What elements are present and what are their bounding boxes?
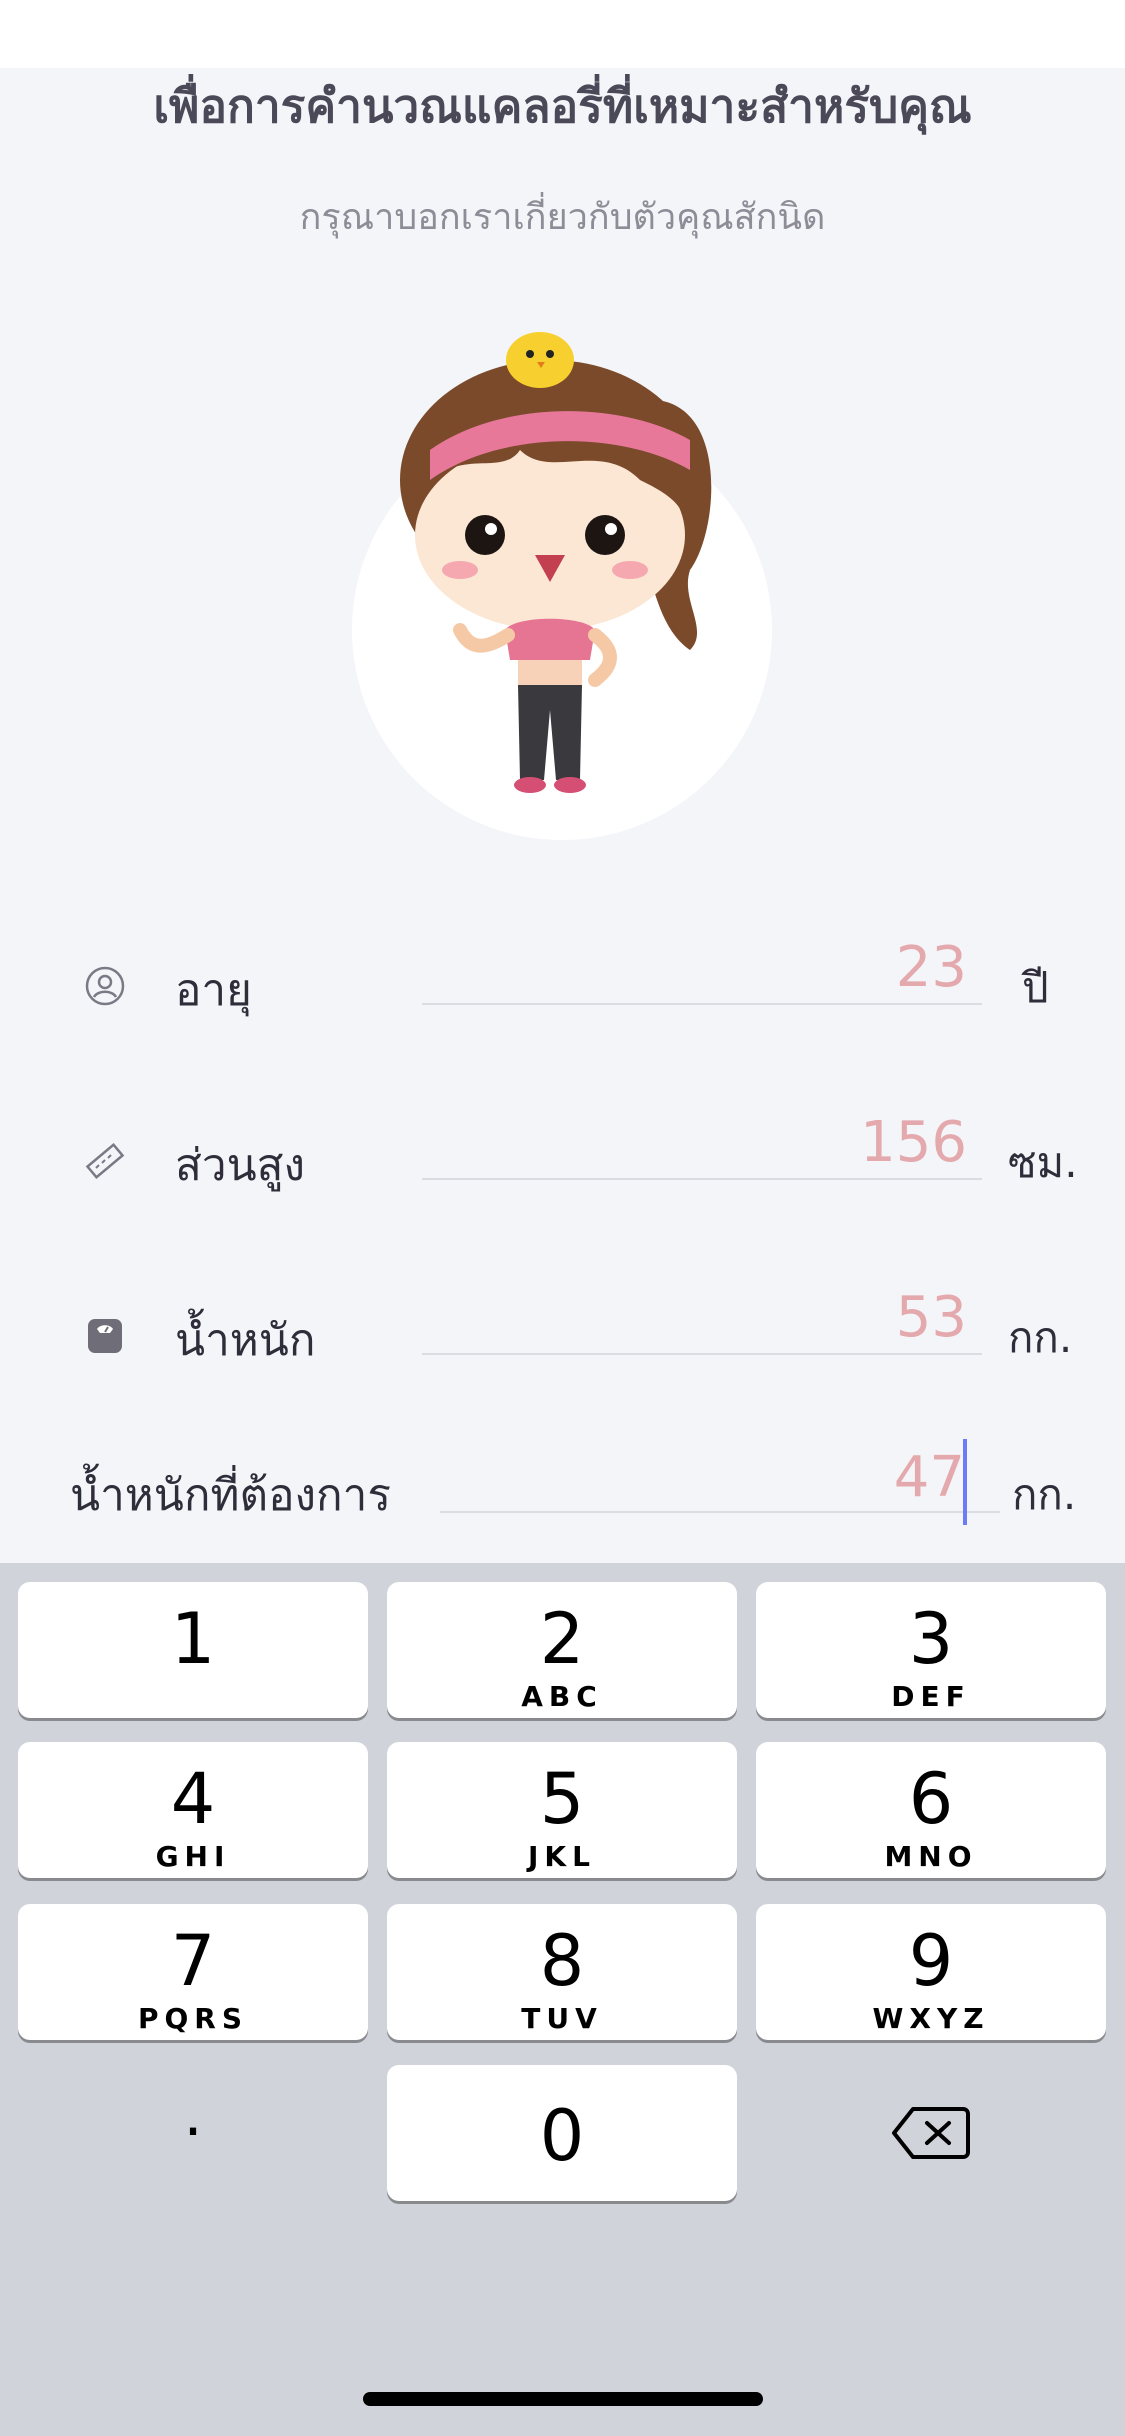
age-label: อายุ [175, 965, 252, 1016]
backspace-key[interactable] [756, 2065, 1106, 2201]
key-dot[interactable]: . [18, 2065, 368, 2201]
key-3[interactable]: 3 DEF [756, 1582, 1106, 1718]
height-underline [422, 1178, 982, 1180]
target-weight-underline [440, 1511, 1000, 1513]
weight-unit: กก. [1008, 1313, 1073, 1362]
page-title: เพื่อการคำนวณแคลอรี่ที่เหมาะสำหรับคุณ [153, 79, 972, 133]
key-6[interactable]: 6 MNO [756, 1742, 1106, 1878]
age-row: อายุ 23 ปี [0, 925, 1125, 1035]
key-9[interactable]: 9 WXYZ [756, 1904, 1106, 2040]
key-1[interactable]: 1 [18, 1582, 368, 1718]
age-unit: ปี [1022, 963, 1049, 1012]
key-7[interactable]: 7 PQRS [18, 1904, 368, 2040]
page-subtitle: กรุณาบอกเราเกี่ยวกับตัวคุณสักนิด [299, 197, 826, 238]
text-caret [963, 1439, 967, 1525]
key-2[interactable]: 2 ABC [387, 1582, 737, 1718]
height-label: ส่วนสูง [175, 1140, 305, 1191]
key-8[interactable]: 8 TUV [387, 1904, 737, 2040]
status-bar [0, 0, 1125, 68]
weight-input[interactable]: 53 [422, 1285, 967, 1350]
user-circle-icon [85, 966, 125, 1006]
weight-row: น้ำหนัก 53 กก. [0, 1275, 1125, 1385]
scale-icon [88, 1319, 122, 1353]
fitness-girl-illustration [400, 332, 712, 793]
age-input[interactable]: 23 [422, 935, 967, 1000]
target-weight-label: น้ำหนักที่ต้องการ [70, 1470, 391, 1521]
age-underline [422, 1003, 982, 1005]
key-0[interactable]: 0 [387, 2065, 737, 2201]
height-row: ส่วนสูง 156 ซม. [0, 1100, 1125, 1210]
home-indicator[interactable] [363, 2392, 763, 2406]
target-weight-row: น้ำหนักที่ต้องการ 47 กก. [0, 1435, 1125, 1545]
key-4[interactable]: 4 GHI [18, 1742, 368, 1878]
weight-underline [422, 1353, 982, 1355]
target-weight-unit: กก. [1012, 1470, 1077, 1519]
height-unit: ซม. [1008, 1138, 1078, 1187]
height-input[interactable]: 156 [422, 1110, 967, 1175]
weight-label: น้ำหนัก [175, 1315, 316, 1366]
target-weight-input[interactable]: 47 [440, 1445, 965, 1510]
ruler-icon [85, 1142, 125, 1180]
key-5[interactable]: 5 JKL [387, 1742, 737, 1878]
backspace-icon [892, 2107, 970, 2159]
